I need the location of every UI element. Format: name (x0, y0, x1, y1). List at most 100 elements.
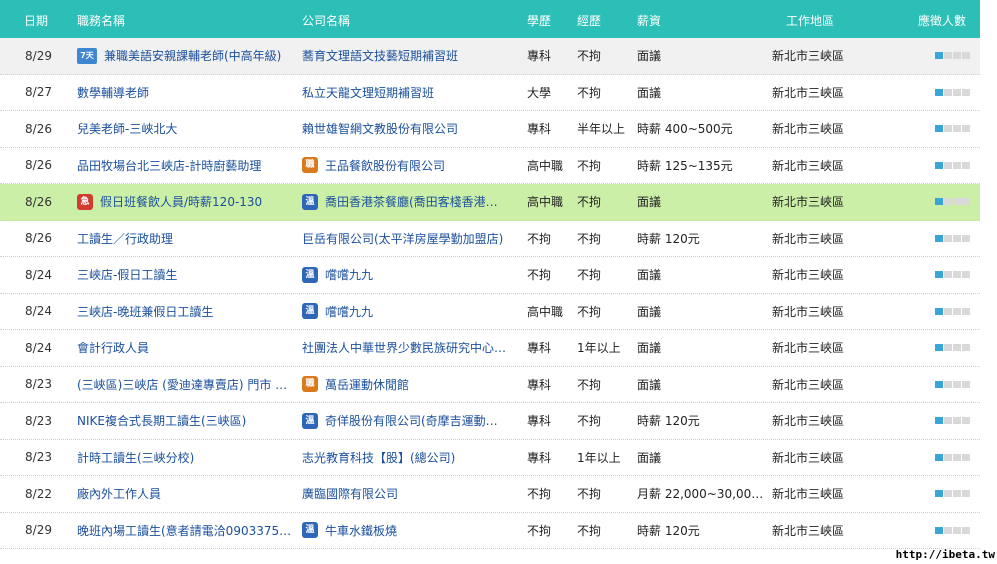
company-name-link[interactable]: 溫牛車水鐵板燒 (302, 513, 524, 549)
applicants-bar-segment (944, 52, 952, 60)
applicants-bar-segment (935, 526, 943, 534)
job-title-link[interactable]: 計時工讀生(三峽分校) (77, 440, 297, 476)
header-company[interactable]: 公司名稱 (302, 12, 350, 29)
applicants-bar-segment (953, 271, 961, 279)
company-name-text[interactable]: 嚐嚐九九 (325, 266, 373, 283)
table-row[interactable]: 8/22 廠內外工作人員 廣臨國際有限公司 不拘 不拘 月薪 22,000~30,000元… (0, 476, 980, 513)
row-experience-text: 不拘 (577, 487, 602, 502)
table-row[interactable]: 8/26 兒美老師-三峽北大 賴世雄智網文教股份有限公司 專科 半年以上 時薪 400~5… (0, 111, 980, 148)
job-title-text[interactable]: (三峽區)三峽店 (愛迪達專賣店) 門市 … (77, 376, 287, 393)
company-name-text[interactable]: 奇佯股份有限公司(奇摩吉運動… (325, 412, 498, 429)
company-name-link[interactable]: 志光教育科技【股】(總公司) (302, 440, 524, 476)
header-education[interactable]: 學歷 (527, 12, 551, 29)
job-title-text[interactable]: 工讀生／行政助理 (77, 230, 173, 247)
header-job[interactable]: 職務名稱 (77, 12, 125, 29)
job-title-text[interactable]: 廠內外工作人員 (77, 485, 161, 502)
company-name-link[interactable]: 職萬岳運動休閒館 (302, 367, 524, 403)
applicants-meter (935, 111, 975, 147)
applicants-bar-segment (962, 380, 970, 388)
header-salary[interactable]: 薪資 (637, 12, 661, 29)
table-row[interactable]: 8/29 7天 兼職美語安親課輔老師(中高年級) 蕎育文理語文技藝短期補習班 專科 不拘 面… (0, 38, 980, 75)
company-name-text[interactable]: 蕎育文理語文技藝短期補習班 (302, 47, 458, 64)
header-area[interactable]: 工作地區 (786, 12, 834, 29)
company-name-text[interactable]: 社團法人中華世界少數民族研究中心… (302, 339, 506, 356)
company-name-link[interactable]: 溫嚐嚐九九 (302, 257, 524, 293)
row-salary-text: 時薪 120元 (637, 414, 700, 429)
row-salary-text: 面議 (637, 304, 662, 319)
job-title-link[interactable]: 數學輔導老師 (77, 75, 297, 111)
table-row[interactable]: 8/23 NIKE複合式長期工讀生(三峽區) 溫奇佯股份有限公司(奇摩吉運動… 專科不… (0, 403, 980, 440)
company-name-text[interactable]: 嚐嚐九九 (325, 303, 373, 320)
header-date[interactable]: 日期 (24, 12, 48, 29)
table-row[interactable]: 8/26 品田牧場台北三峽店-計時廚藝助理職王品餐飲股份有限公司 高中職 不拘 時薪 1… (0, 148, 980, 184)
row-education-text: 不拘 (527, 268, 552, 283)
job-title-link[interactable]: 工讀生／行政助理 (77, 221, 297, 257)
applicants-meter (935, 38, 975, 74)
table-row[interactable]: 8/24 會計行政人員 社團法人中華世界少數民族研究中心… 專科 1年以上 面議 新北市三峽… (0, 330, 980, 367)
job-title-text[interactable]: 會計行政人員 (77, 339, 149, 356)
job-title-text[interactable]: 計時工讀生(三峽分校) (77, 449, 194, 466)
table-row[interactable]: 8/24 三峽店-晚班兼假日工讀生溫嚐嚐九九 高中職 不拘 面議 新北市三峽區 (0, 294, 980, 330)
company-name-link[interactable]: 廣臨國際有限公司 (302, 476, 524, 512)
company-name-text[interactable]: 私立天龍文理短期補習班 (302, 84, 434, 101)
row-date-text: 8/29 (25, 523, 52, 538)
company-name-text[interactable]: 牛車水鐵板燒 (325, 522, 397, 539)
table-row[interactable]: 8/27 數學輔導老師 私立天龍文理短期補習班 大學 不拘 面議 新北市三峽區 (0, 75, 980, 111)
row-education-text: 不拘 (527, 487, 552, 502)
job-title-text[interactable]: 兒美老師-三峽北大 (77, 120, 177, 137)
applicants-bar-segment (944, 490, 952, 498)
table-row[interactable]: 8/23 (三峽區)三峽店 (愛迪達專賣店) 門市 … 職萬岳運動休閒館 專科 不拘 面議… (0, 367, 980, 403)
job-title-link[interactable]: NIKE複合式長期工讀生(三峽區) (77, 403, 297, 439)
company-name-link[interactable]: 溫喬田香港茶餐廳(喬田客棧香港… (302, 184, 524, 220)
applicants-bar-segment (953, 380, 961, 388)
job-title-link[interactable]: 三峽店-假日工讀生 (77, 257, 297, 293)
table-row[interactable]: 8/29 晚班內場工讀生(意者請電洽0903375… 溫牛車水鐵板燒 不拘 不拘 時薪 1… (0, 513, 980, 549)
row-education: 不拘 (527, 513, 575, 549)
job-title-link[interactable]: 7天 兼職美語安親課輔老師(中高年級) (77, 38, 297, 74)
company-name-text[interactable]: 志光教育科技【股】(總公司) (302, 449, 455, 466)
company-name-link[interactable]: 賴世雄智網文教股份有限公司 (302, 111, 524, 147)
job-title-text[interactable]: 假日班餐飲人員/時薪120-130 (100, 193, 262, 210)
company-name-link[interactable]: 私立天龍文理短期補習班 (302, 75, 524, 111)
job-title-link[interactable]: 廠內外工作人員 (77, 476, 297, 512)
job-title-text[interactable]: NIKE複合式長期工讀生(三峽區) (77, 412, 246, 429)
job-title-text[interactable]: 數學輔導老師 (77, 84, 149, 101)
header-experience[interactable]: 經歷 (577, 12, 601, 29)
job-title-text[interactable]: 晚班內場工讀生(意者請電洽0903375… (77, 522, 291, 539)
company-name-link[interactable]: 溫嚐嚐九九 (302, 294, 524, 330)
company-name-link[interactable]: 社團法人中華世界少數民族研究中心… (302, 330, 524, 366)
job-title-text[interactable]: 品田牧場台北三峽店-計時廚藝助理 (77, 157, 261, 174)
company-name-text[interactable]: 喬田香港茶餐廳(喬田客棧香港… (325, 193, 498, 210)
table-row[interactable]: 8/24 三峽店-假日工讀生溫嚐嚐九九 不拘 不拘 面議 新北市三峽區 (0, 257, 980, 294)
table-row[interactable]: 8/26 急假日班餐飲人員/時薪120-130 溫喬田香港茶餐廳(喬田客棧香港… 高中… (0, 184, 980, 221)
header-applicants[interactable]: 應徵人數 (918, 12, 966, 29)
company-name-text[interactable]: 萬岳運動休閒館 (325, 376, 409, 393)
job-title-text[interactable]: 三峽店-晚班兼假日工讀生 (77, 303, 213, 320)
table-row[interactable]: 8/26 工讀生／行政助理 巨岳有限公司(太平洋房屋學勤加盟店) 不拘 不拘 時薪 120… (0, 221, 980, 257)
company-name-text[interactable]: 巨岳有限公司(太平洋房屋學勤加盟店) (302, 230, 503, 247)
job-title-link[interactable]: 品田牧場台北三峽店-計時廚藝助理 (77, 148, 297, 184)
table-row[interactable]: 8/23 計時工讀生(三峽分校) 志光教育科技【股】(總公司) 專科 1年以上 面議 新北市… (0, 440, 980, 476)
applicants-bar-segment (944, 88, 952, 96)
row-area-text: 新北市三峽區 (772, 122, 845, 137)
company-name-link[interactable]: 職王品餐飲股份有限公司 (302, 148, 524, 184)
company-name-text[interactable]: 廣臨國際有限公司 (302, 485, 398, 502)
applicants-bar-segment (944, 161, 952, 169)
job-title-link[interactable]: 三峽店-晚班兼假日工讀生 (77, 294, 297, 330)
company-name-link[interactable]: 巨岳有限公司(太平洋房屋學勤加盟店) (302, 221, 524, 257)
job-title-link[interactable]: 晚班內場工讀生(意者請電洽0903375… (77, 513, 297, 549)
warm-badge-icon: 溫 (302, 266, 318, 283)
job-title-link[interactable]: (三峽區)三峽店 (愛迪達專賣店) 門市 … (77, 367, 297, 403)
job-title-link[interactable]: 會計行政人員 (77, 330, 297, 366)
company-name-link[interactable]: 蕎育文理語文技藝短期補習班 (302, 38, 524, 74)
job-title-link[interactable]: 急假日班餐飲人員/時薪120-130 (77, 184, 297, 220)
applicants-bar-segment (944, 198, 952, 206)
row-date-text: 8/24 (25, 304, 52, 319)
company-name-text[interactable]: 王品餐飲股份有限公司 (325, 157, 445, 174)
job-title-link[interactable]: 兒美老師-三峽北大 (77, 111, 297, 147)
company-name-link[interactable]: 溫奇佯股份有限公司(奇摩吉運動… (302, 403, 524, 439)
company-name-text[interactable]: 賴世雄智網文教股份有限公司 (302, 120, 458, 137)
job-title-text[interactable]: 兼職美語安親課輔老師(中高年級) (104, 47, 281, 64)
job-title-text[interactable]: 三峽店-假日工讀生 (77, 266, 177, 283)
row-area: 新北市三峽區 (772, 38, 882, 74)
